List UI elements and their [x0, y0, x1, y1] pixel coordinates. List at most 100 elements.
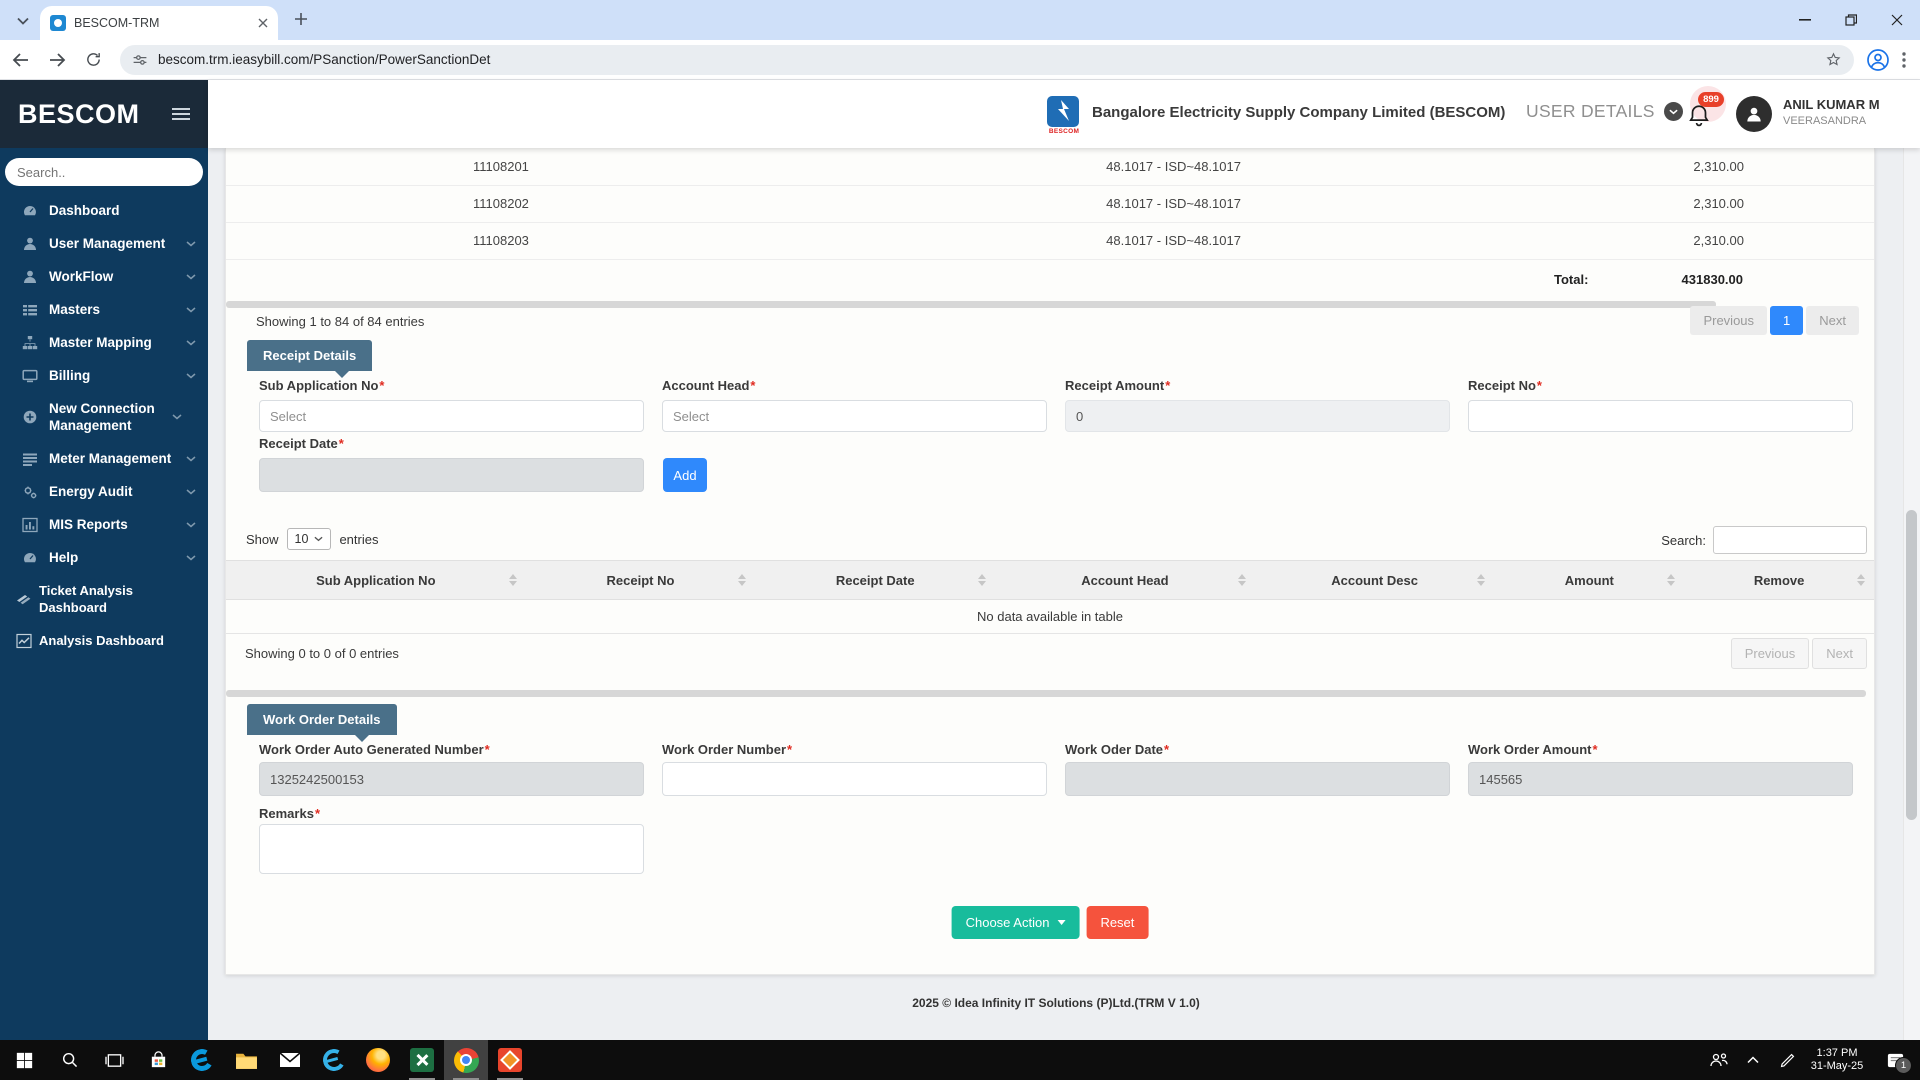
- next-page-button[interactable]: Next: [1806, 306, 1859, 335]
- start-button[interactable]: [0, 1040, 48, 1080]
- entries-label: entries: [339, 531, 379, 547]
- taskbar: 1:37 PM 31-May-25 1: [0, 1040, 1920, 1080]
- column-header-account-head[interactable]: Account Head: [995, 561, 1255, 599]
- page-size-select[interactable]: 10: [286, 528, 332, 550]
- back-icon[interactable]: [6, 45, 36, 75]
- tab-close-icon[interactable]: [258, 18, 268, 28]
- sidebar-item-billing[interactable]: Billing: [0, 359, 208, 392]
- column-header-receipt-date[interactable]: Receipt Date: [755, 561, 995, 599]
- sidebar-item-workflow[interactable]: WorkFlow: [0, 260, 208, 293]
- hamburger-menu-icon[interactable]: [172, 112, 190, 116]
- previous-page-button[interactable]: Previous: [1730, 638, 1810, 669]
- horizontal-scrollbar[interactable]: [226, 301, 1716, 308]
- receipt-date-input[interactable]: [259, 458, 644, 492]
- profile-icon[interactable]: [1866, 48, 1890, 72]
- column-header-receipt-no[interactable]: Receipt No: [526, 561, 756, 599]
- window-close-button[interactable]: [1874, 0, 1920, 40]
- column-header-sub-application-no[interactable]: Sub Application No: [226, 561, 526, 599]
- account-head-select[interactable]: [662, 400, 1047, 432]
- chrome-button[interactable]: [444, 1040, 488, 1080]
- forward-icon[interactable]: [42, 45, 72, 75]
- plus-circle-icon: [23, 410, 37, 424]
- people-button[interactable]: [1702, 1040, 1736, 1080]
- previous-page-button[interactable]: Previous: [1690, 306, 1768, 335]
- sidebar-item-user-management[interactable]: User Management: [0, 227, 208, 260]
- firefox-icon: [366, 1048, 390, 1072]
- page-size-group: Show 10 entries: [246, 528, 378, 550]
- internet-explorer-button[interactable]: [312, 1040, 356, 1080]
- notifications-button[interactable]: 899: [1678, 86, 1726, 140]
- remarks-textarea[interactable]: [259, 824, 644, 874]
- window-minimize-button[interactable]: [1782, 0, 1828, 40]
- column-header-remove[interactable]: Remove: [1684, 561, 1874, 599]
- sidebar-search-input[interactable]: [15, 163, 195, 181]
- page-1-button[interactable]: 1: [1770, 306, 1804, 335]
- address-bar[interactable]: bescom.trm.ieasybill.com/PSanction/Power…: [120, 44, 1854, 75]
- toolbar-right: [1866, 48, 1906, 72]
- form-actions: Choose Action Reset: [951, 906, 1149, 939]
- excel-button[interactable]: [400, 1040, 444, 1080]
- tab-search-chevron-icon[interactable]: [10, 8, 36, 34]
- chevron-down-icon: [314, 536, 323, 542]
- vertical-scrollbar[interactable]: [1903, 80, 1920, 1040]
- sidebar-item-master-mapping[interactable]: Master Mapping: [0, 326, 208, 359]
- receipt-no-input[interactable]: [1468, 400, 1853, 432]
- sidebar-item-ticket-analysis-dashboard[interactable]: Ticket Analysis Dashboard: [0, 574, 208, 624]
- work-order-auto-number-input[interactable]: [259, 762, 644, 796]
- horizontal-scrollbar[interactable]: [226, 690, 1866, 697]
- people-icon: [1710, 1053, 1728, 1067]
- bookmark-star-icon[interactable]: [1825, 51, 1842, 68]
- column-header-amount[interactable]: Amount: [1494, 561, 1684, 599]
- sidebar-item-analysis-dashboard[interactable]: Analysis Dashboard: [0, 624, 208, 657]
- task-view-button[interactable]: [92, 1040, 136, 1080]
- receipt-amount-input[interactable]: [1065, 400, 1450, 432]
- browser-tab[interactable]: BESCOM-TRM: [40, 6, 278, 40]
- sub-application-no-select[interactable]: [259, 400, 644, 432]
- pen-icon: [1780, 1053, 1794, 1067]
- sidebar-item-new-connection-management[interactable]: New Connection Management: [0, 392, 208, 442]
- sidebar-item-help[interactable]: Help: [0, 541, 208, 574]
- sitemap-icon: [22, 335, 38, 349]
- sidebar-item-mis-reports[interactable]: MIS Reports: [0, 508, 208, 541]
- action-center-count-badge: 1: [1895, 1057, 1912, 1074]
- windows-ink-button[interactable]: [1770, 1040, 1804, 1080]
- dashboard-icon: [24, 205, 36, 215]
- trm-app-button[interactable]: [488, 1040, 532, 1080]
- new-tab-button[interactable]: [288, 6, 314, 32]
- tray-expand-button[interactable]: [1736, 1040, 1770, 1080]
- choose-action-button[interactable]: Choose Action: [951, 906, 1080, 939]
- reload-icon[interactable]: [78, 45, 108, 75]
- work-order-date-input[interactable]: [1065, 762, 1450, 796]
- work-order-number-input[interactable]: [662, 762, 1047, 796]
- firefox-button[interactable]: [356, 1040, 400, 1080]
- taskbar-search-button[interactable]: [48, 1040, 92, 1080]
- url-text[interactable]: bescom.trm.ieasybill.com/PSanction/Power…: [158, 52, 1815, 67]
- receipt-table-header: Sub Application No Receipt No Receipt Da…: [226, 560, 1874, 600]
- microsoft-store-button[interactable]: [136, 1040, 180, 1080]
- taskbar-clock[interactable]: 1:37 PM 31-May-25: [1804, 1047, 1870, 1073]
- sidebar-item-dashboard[interactable]: Dashboard: [0, 194, 208, 227]
- edge-button[interactable]: [180, 1040, 224, 1080]
- column-header-account-desc[interactable]: Account Desc: [1255, 561, 1495, 599]
- sidebar-item-meter-management[interactable]: Meter Management: [0, 442, 208, 475]
- action-center-button[interactable]: 1: [1870, 1040, 1920, 1080]
- work-order-date-label: Work Oder Date*: [1065, 742, 1170, 757]
- table-search-input[interactable]: [1713, 526, 1867, 554]
- sidebar-item-masters[interactable]: Masters: [0, 293, 208, 326]
- chevron-down-icon: [186, 521, 196, 527]
- next-page-button[interactable]: Next: [1812, 638, 1867, 669]
- reset-button[interactable]: Reset: [1086, 906, 1149, 939]
- user-name: ANIL KUMAR M: [1783, 97, 1880, 112]
- menu-kebab-icon[interactable]: [1902, 51, 1906, 68]
- scrollbar-thumb[interactable]: [1906, 510, 1917, 820]
- file-explorer-button[interactable]: [224, 1040, 268, 1080]
- monitor-icon: [22, 369, 38, 382]
- site-settings-icon[interactable]: [132, 52, 148, 68]
- add-receipt-button[interactable]: Add: [663, 458, 707, 492]
- sidebar-item-energy-audit[interactable]: Energy Audit: [0, 475, 208, 508]
- user-avatar[interactable]: [1736, 96, 1772, 132]
- window-restore-button[interactable]: [1828, 0, 1874, 40]
- mail-button[interactable]: [268, 1040, 312, 1080]
- user-details-menu[interactable]: USER DETAILS: [1526, 101, 1683, 122]
- work-order-amount-input[interactable]: [1468, 762, 1853, 796]
